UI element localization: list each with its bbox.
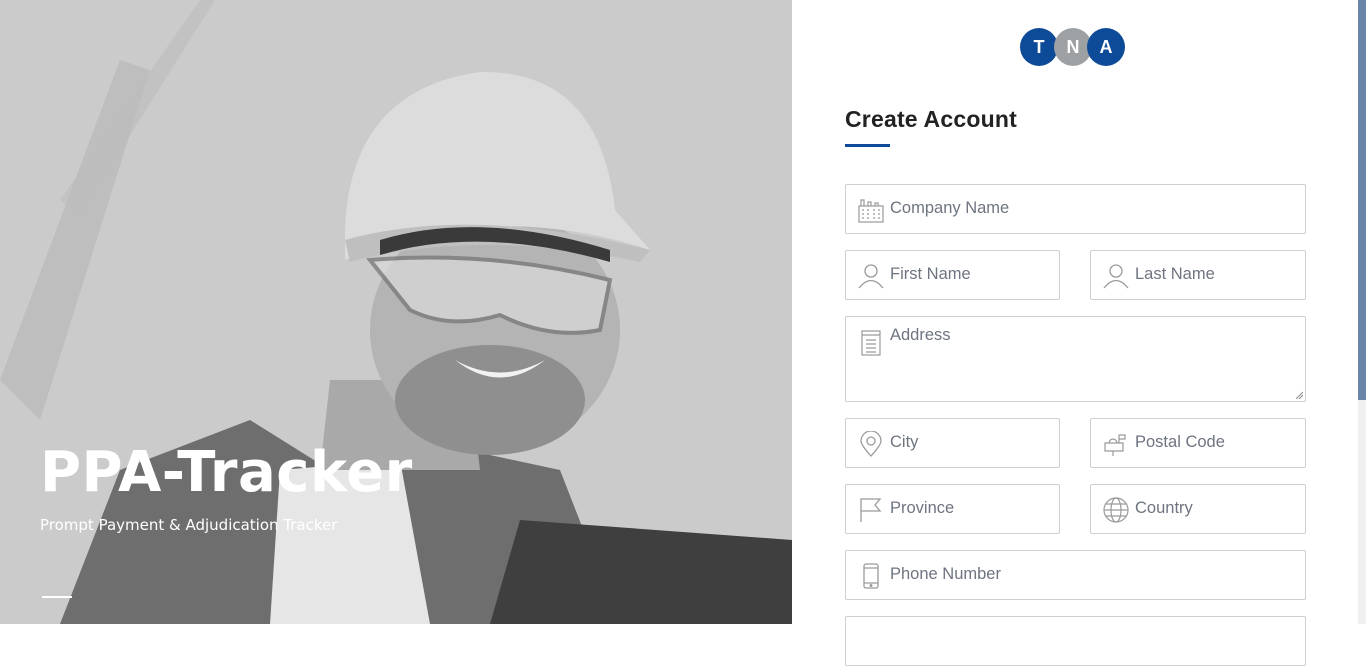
province-placeholder: Province — [890, 499, 955, 517]
tna-logo: T N A — [1020, 28, 1126, 66]
city-placeholder: City — [890, 433, 919, 451]
user-icon — [1103, 264, 1129, 289]
signup-panel: T N A Create Account Company Name First … — [792, 0, 1358, 666]
page-scrollbar[interactable] — [1358, 0, 1366, 624]
building-icon — [858, 199, 884, 223]
last-name-placeholder: Last Name — [1135, 265, 1215, 283]
postal-code-placeholder: Postal Code — [1135, 433, 1225, 451]
globe-icon — [1103, 497, 1129, 523]
title-underline — [845, 144, 890, 147]
phone-icon — [863, 563, 879, 589]
phone-number-placeholder: Phone Number — [890, 565, 1001, 583]
address-field[interactable]: Address — [845, 316, 1306, 402]
map-pin-icon — [860, 431, 882, 457]
last-name-field[interactable]: Last Name — [1090, 250, 1306, 300]
city-field[interactable]: City — [845, 418, 1060, 468]
document-icon — [861, 330, 881, 356]
phone-number-field[interactable]: Phone Number — [845, 550, 1306, 600]
logo-letter-t: T — [1020, 28, 1058, 66]
flag-icon — [860, 498, 882, 522]
province-field[interactable]: Province — [845, 484, 1060, 534]
company-name-field[interactable]: Company Name — [845, 184, 1306, 234]
resize-handle[interactable] — [1295, 391, 1303, 399]
scrollbar-thumb[interactable] — [1358, 0, 1366, 400]
country-placeholder: Country — [1135, 499, 1193, 517]
hero-title: PPA-Tracker — [40, 440, 413, 505]
hero-panel: PPA-Tracker Prompt Payment & Adjudicatio… — [0, 0, 792, 624]
user-icon — [858, 264, 884, 289]
postal-code-field[interactable]: Postal Code — [1090, 418, 1306, 468]
country-field[interactable]: Country — [1090, 484, 1306, 534]
first-name-placeholder: First Name — [890, 265, 971, 283]
logo-letter-a: A — [1087, 28, 1125, 66]
address-placeholder: Address — [890, 326, 951, 344]
hero-divider — [42, 596, 72, 598]
mailbox-icon — [1104, 434, 1126, 456]
company-name-placeholder: Company Name — [890, 199, 1010, 217]
first-name-field[interactable]: First Name — [845, 250, 1060, 300]
hero-subtitle: Prompt Payment & Adjudication Tracker — [40, 516, 338, 534]
page-title: Create Account — [845, 106, 1017, 132]
